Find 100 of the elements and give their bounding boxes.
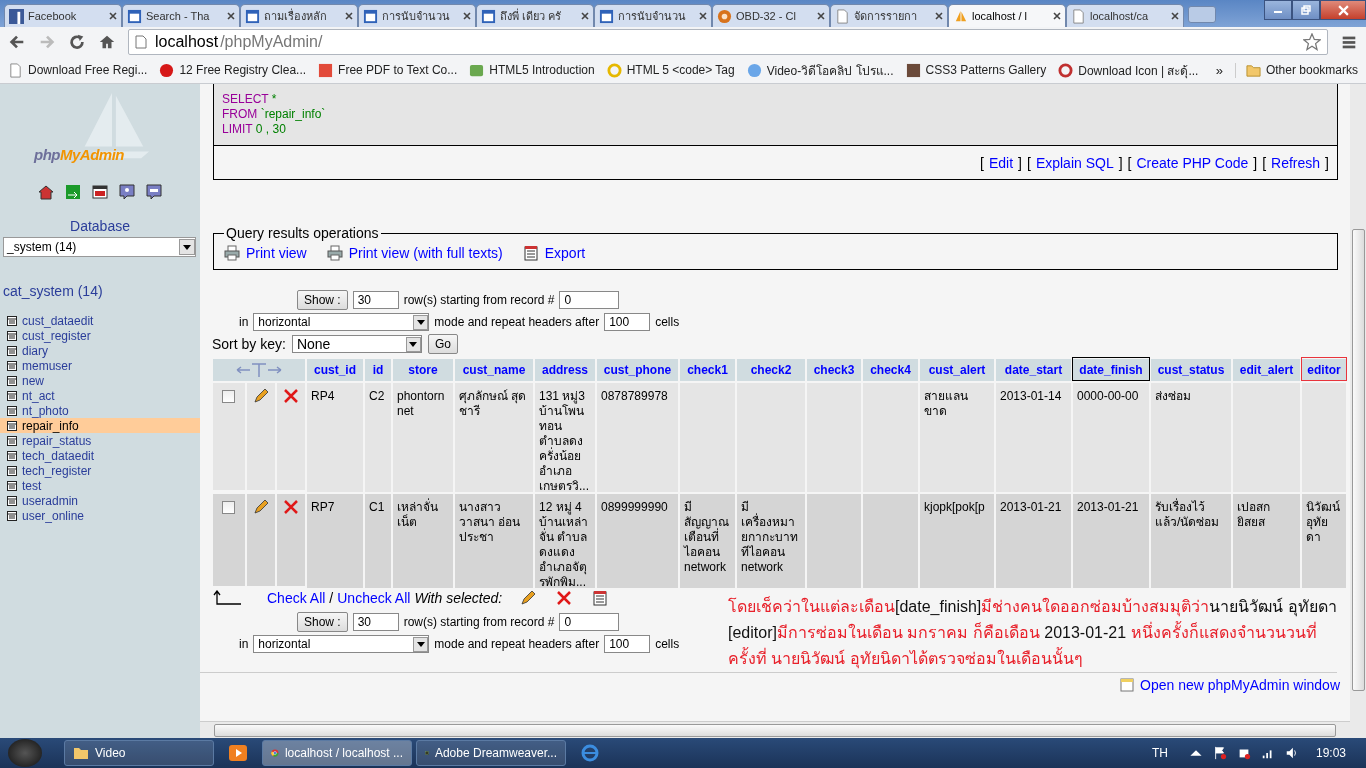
start-record-field[interactable]: 0	[559, 291, 620, 309]
bookmark[interactable]: CSS3 Patterns Gallery	[925, 63, 1047, 77]
home-icon[interactable]	[98, 33, 116, 51]
mode-dropdown[interactable]: horizontal	[253, 635, 430, 653]
browser-tab[interactable]: Search - Tha	[122, 4, 240, 27]
close-icon[interactable]	[109, 12, 117, 20]
column-header[interactable]: cust_id	[307, 359, 363, 381]
table-link[interactable]: useradmin	[0, 493, 200, 508]
show-button[interactable]: Show :	[297, 290, 348, 310]
table-link[interactable]: cust_dataedit	[0, 313, 200, 328]
reload-icon[interactable]	[68, 33, 86, 51]
column-header[interactable]: check2	[737, 359, 805, 381]
close-icon[interactable]	[935, 12, 943, 20]
browser-tab[interactable]: localhost / l	[948, 4, 1066, 27]
bookmark-folder[interactable]: Other bookmarks	[1265, 63, 1358, 77]
browser-tab[interactable]: Facebook	[4, 4, 122, 27]
close-icon[interactable]	[345, 12, 353, 20]
open-window-link[interactable]: Open new phpMyAdmin window	[1140, 677, 1340, 693]
taskbar-button[interactable]: localhost / localhost ...	[262, 740, 412, 766]
document-icon[interactable]	[318, 62, 334, 78]
printer-icon[interactable]	[326, 245, 343, 261]
home-icon[interactable]	[38, 184, 54, 200]
column-header[interactable]: store	[393, 359, 453, 381]
browser-tab[interactable]: OBD-32 - Cl	[712, 4, 830, 27]
bookmark[interactable]: Download Icon | สะดุ้...	[1078, 60, 1199, 80]
target-icon[interactable]	[1058, 62, 1074, 78]
mode-dropdown[interactable]: horizontal	[253, 313, 430, 331]
table-link[interactable]: new	[0, 373, 200, 388]
table-link[interactable]: nt_act	[0, 388, 200, 403]
table-link[interactable]: nt_photo	[0, 403, 200, 418]
delete-icon[interactable]	[556, 590, 573, 606]
sql-action-link[interactable]: Refresh	[1271, 154, 1321, 171]
close-button[interactable]	[1320, 0, 1366, 20]
start-record-field[interactable]: 0	[559, 613, 620, 631]
address-bar[interactable]: localhost/phpMyAdmin/	[128, 29, 1328, 55]
restore-button[interactable]	[1292, 0, 1320, 20]
taskbar-button[interactable]: Adobe Dreamweaver...	[416, 740, 566, 766]
vertical-scrollbar[interactable]	[1350, 84, 1366, 738]
square-icon[interactable]	[905, 62, 921, 78]
minimize-button[interactable]	[1264, 0, 1292, 20]
language-indicator[interactable]: TH	[1151, 746, 1168, 760]
star-icon[interactable]	[1303, 33, 1321, 51]
printer-icon[interactable]	[224, 245, 240, 261]
delete-icon[interactable]	[283, 388, 299, 404]
delete-icon[interactable]	[283, 499, 299, 515]
column-header[interactable]: cust_alert	[920, 359, 994, 381]
browser-tab[interactable]: การนับจำนวน	[594, 4, 712, 27]
bookmark[interactable]: 12 Free Registry Clea...	[179, 63, 307, 77]
horizontal-scrollbar[interactable]	[200, 721, 1350, 738]
table-link[interactable]: repair_status	[0, 433, 200, 448]
close-icon[interactable]	[699, 12, 707, 20]
more-bookmarks-button[interactable]: »	[1215, 62, 1223, 78]
table-link[interactable]: cust_register	[0, 328, 200, 343]
repeat-headers-field[interactable]: 100	[604, 635, 651, 653]
sql-action-link[interactable]: Explain SQL	[1035, 154, 1114, 171]
volume-icon[interactable]	[1284, 746, 1299, 760]
bookmark[interactable]: Video-วิดีโอคลิป โปรแ...	[766, 60, 894, 80]
operation-link[interactable]: Print view (with full texts)	[348, 245, 503, 261]
start-button[interactable]	[8, 739, 42, 767]
column-header[interactable]: cust_status	[1151, 359, 1231, 381]
rows-field[interactable]: 30	[352, 613, 399, 631]
close-icon[interactable]	[817, 12, 825, 20]
column-header[interactable]: address	[535, 359, 595, 381]
column-header[interactable]: date_start	[996, 359, 1071, 381]
column-header[interactable]: id	[365, 359, 391, 381]
table-link[interactable]: memuser	[0, 358, 200, 373]
sql-action-link[interactable]: Create PHP Code	[1136, 154, 1249, 171]
column-header[interactable]: check1	[680, 359, 735, 381]
table-link[interactable]: user_online	[0, 508, 200, 523]
clock[interactable]: 19:03	[1315, 746, 1346, 760]
database-dropdown[interactable]: _system (14)	[3, 237, 196, 257]
uncheck-all-link[interactable]: Uncheck All	[337, 590, 411, 606]
repeat-headers-field[interactable]: 100	[604, 313, 651, 331]
operation-link[interactable]: Print view	[246, 245, 307, 261]
close-icon[interactable]	[1171, 12, 1179, 20]
column-header[interactable]: cust_name	[455, 359, 533, 381]
exit-icon[interactable]	[65, 184, 81, 200]
browser-tab[interactable]: ถามเรื่องหลัก	[240, 4, 358, 27]
browser-tab[interactable]: การนับจำนวน	[358, 4, 476, 27]
operation-link[interactable]: Export	[544, 245, 586, 261]
taskbar-button[interactable]: Video	[64, 740, 214, 766]
document-icon[interactable]	[522, 245, 539, 261]
table-link[interactable]: tech_register	[0, 463, 200, 478]
document-icon[interactable]	[592, 590, 609, 606]
column-header[interactable]: cust_phone	[597, 359, 678, 381]
table-link[interactable]: repair_info	[0, 418, 200, 433]
close-icon[interactable]	[463, 12, 471, 20]
show-button[interactable]: Show :	[297, 612, 348, 632]
browser-tab[interactable]: localhost/ca	[1066, 4, 1184, 27]
rows-field[interactable]: 30	[352, 291, 399, 309]
row-checkbox[interactable]	[222, 390, 235, 403]
bookmark[interactable]: Free PDF to Text Co...	[338, 63, 458, 77]
sort-dropdown[interactable]: None	[291, 335, 422, 353]
help-icon[interactable]	[119, 184, 135, 200]
check-all-link[interactable]: Check All	[267, 590, 326, 606]
column-header[interactable]: check4	[863, 359, 918, 381]
close-icon[interactable]	[1053, 12, 1061, 20]
sql-action-link[interactable]: Edit	[988, 154, 1014, 171]
table-link[interactable]: test	[0, 478, 200, 493]
row-checkbox[interactable]	[222, 501, 235, 514]
